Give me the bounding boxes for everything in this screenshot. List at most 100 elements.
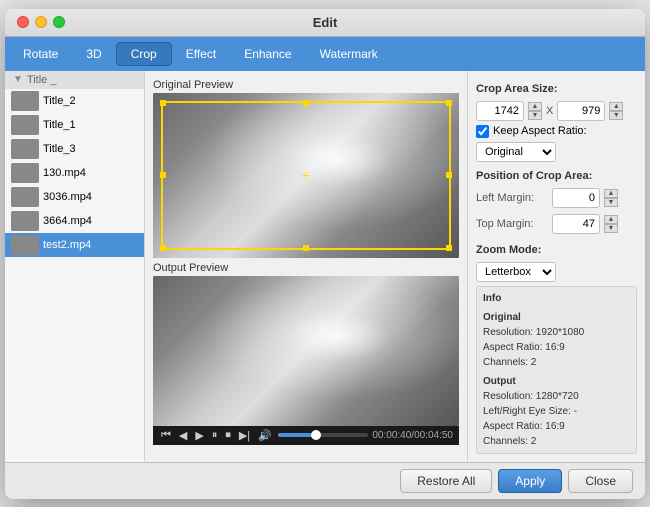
right-panel: Crop Area Size: ▲ ▼ X ▲ ▼ xyxy=(467,71,645,462)
info-title: Info xyxy=(483,291,630,306)
crop-handle-bc[interactable] xyxy=(303,245,309,251)
left-stepper: ▲ ▼ xyxy=(604,189,618,207)
tab-rotate[interactable]: Rotate xyxy=(9,43,72,65)
tab-crop[interactable]: Crop xyxy=(116,42,172,66)
crop-area-size-label: Crop Area Size: xyxy=(476,83,637,95)
crop-handle-tl[interactable] xyxy=(160,100,166,106)
crop-height-input[interactable] xyxy=(557,101,605,121)
crop-handle-br[interactable] xyxy=(446,245,452,251)
volume-button[interactable]: 🔊 xyxy=(256,429,274,442)
sidebar-label-130mp4: 130.mp4 xyxy=(43,167,86,179)
keep-aspect-row: Keep Aspect Ratio: xyxy=(476,125,637,138)
output-resolution: Resolution: 1280*720 xyxy=(483,389,630,404)
original-resolution: Resolution: 1920*1080 xyxy=(483,325,630,340)
progress-thumb xyxy=(311,430,321,440)
top-margin-input[interactable] xyxy=(552,214,600,234)
sidebar: ▼ Title _ Title_2 Title_1 Title_3 130.mp… xyxy=(5,71,145,462)
aspect-ratio-select[interactable]: Original 16:9 4:3 1:1 xyxy=(476,142,556,162)
zoom-mode-select[interactable]: Letterbox Pan & Scan Full xyxy=(476,262,556,282)
sidebar-item-130mp4[interactable]: 130.mp4 xyxy=(5,161,144,185)
tab-effect[interactable]: Effect xyxy=(172,43,230,65)
crop-handle-tc[interactable] xyxy=(303,100,309,106)
main-window: Edit Rotate 3D Crop Effect Enhance Water… xyxy=(5,9,645,499)
original-preview-label: Original Preview xyxy=(153,79,459,91)
sidebar-item-3036mp4[interactable]: 3036.mp4 xyxy=(5,185,144,209)
tab-3d[interactable]: 3D xyxy=(72,43,115,65)
x-separator: X xyxy=(546,105,553,117)
sidebar-thumb-title2 xyxy=(11,91,39,111)
output-preview-section: Output Preview ⏮ ◀ ▶ ⏸ ⏹ ▶| 🔊 xyxy=(153,262,459,445)
sidebar-thumb-title3 xyxy=(11,139,39,159)
minimize-button[interactable] xyxy=(35,16,47,28)
original-channels: Channels: 2 xyxy=(483,355,630,370)
height-down[interactable]: ▼ xyxy=(609,111,623,120)
sidebar-item-title3[interactable]: Title_3 xyxy=(5,137,144,161)
sidebar-label-title1: Title_1 xyxy=(43,119,76,131)
sidebar-label-test2mp4: test2.mp4 xyxy=(43,239,91,251)
crop-handle-bl[interactable] xyxy=(160,245,166,251)
stop-button[interactable]: ⏹ xyxy=(223,429,233,442)
tab-enhance[interactable]: Enhance xyxy=(230,43,305,65)
toolbar: Rotate 3D Crop Effect Enhance Watermark xyxy=(5,37,645,71)
sidebar-item-title1[interactable]: Title_1 xyxy=(5,113,144,137)
sidebar-item-title2[interactable]: Title_2 xyxy=(5,89,144,113)
left-margin-input[interactable] xyxy=(552,188,600,208)
left-down[interactable]: ▼ xyxy=(604,198,618,207)
crop-width-input[interactable] xyxy=(476,101,524,121)
height-up[interactable]: ▲ xyxy=(609,102,623,111)
keep-aspect-checkbox[interactable] xyxy=(476,125,489,138)
restore-all-button[interactable]: Restore All xyxy=(400,469,492,493)
output-info-label: Output xyxy=(483,374,630,389)
width-stepper: ▲ ▼ xyxy=(528,102,542,120)
sidebar-thumb-130mp4 xyxy=(11,163,39,183)
prev-frame-button[interactable]: ◀ xyxy=(177,429,189,442)
content-area: ▼ Title _ Title_2 Title_1 Title_3 130.mp… xyxy=(5,71,645,462)
bottom-bar: Restore All Apply Close xyxy=(5,462,645,499)
progress-bar[interactable] xyxy=(278,433,368,437)
crop-overlay[interactable]: + xyxy=(161,101,451,250)
original-video-content: + xyxy=(153,93,459,258)
sidebar-label-title3: Title_3 xyxy=(43,143,76,155)
original-aspect: Aspect Ratio: 16:9 xyxy=(483,340,630,355)
sidebar-thumb-test2mp4 xyxy=(11,235,39,255)
progress-fill xyxy=(278,433,312,437)
traffic-lights xyxy=(17,16,65,28)
crop-handle-tr[interactable] xyxy=(446,100,452,106)
close-button-bottom[interactable]: Close xyxy=(568,469,633,493)
crop-handle-ml[interactable] xyxy=(160,172,166,178)
sidebar-label-title2: Title_2 xyxy=(43,95,76,107)
left-margin-label: Left Margin: xyxy=(476,192,548,204)
sidebar-header-label: Title _ xyxy=(27,74,57,86)
left-up[interactable]: ▲ xyxy=(604,189,618,198)
width-up[interactable]: ▲ xyxy=(528,102,542,111)
top-up[interactable]: ▲ xyxy=(604,215,618,224)
maximize-button[interactable] xyxy=(53,16,65,28)
sidebar-label-3664mp4: 3664.mp4 xyxy=(43,215,92,227)
top-margin-row: Top Margin: ▲ ▼ xyxy=(476,214,637,234)
close-button[interactable] xyxy=(17,16,29,28)
video-controls: ⏮ ◀ ▶ ⏸ ⏹ ▶| 🔊 00:00:40/00:04:50 xyxy=(153,426,459,445)
left-margin-row: Left Margin: ▲ ▼ xyxy=(476,188,637,208)
pause-button[interactable]: ⏸ xyxy=(210,429,220,442)
sidebar-item-3664mp4[interactable]: 3664.mp4 xyxy=(5,209,144,233)
top-margin-label: Top Margin: xyxy=(476,218,548,230)
height-stepper: ▲ ▼ xyxy=(609,102,623,120)
sidebar-thumb-title1 xyxy=(11,115,39,135)
top-down[interactable]: ▼ xyxy=(604,224,618,233)
crop-handle-mr[interactable] xyxy=(446,172,452,178)
width-down[interactable]: ▼ xyxy=(528,111,542,120)
zoom-mode-label: Zoom Mode: xyxy=(476,244,637,256)
sidebar-thumb-3036mp4 xyxy=(11,187,39,207)
main-content: Original Preview xyxy=(145,71,645,462)
sidebar-label-3036mp4: 3036.mp4 xyxy=(43,191,92,203)
play-button[interactable]: ▶ xyxy=(193,429,205,442)
skip-back-button[interactable]: ⏮ xyxy=(159,429,173,442)
top-stepper: ▲ ▼ xyxy=(604,215,618,233)
next-frame-button[interactable]: ▶| xyxy=(237,429,252,442)
output-channels: Channels: 2 xyxy=(483,434,630,449)
aspect-select-row: Original 16:9 4:3 1:1 xyxy=(476,142,637,162)
output-aspect: Aspect Ratio: 16:9 xyxy=(483,419,630,434)
tab-watermark[interactable]: Watermark xyxy=(306,43,392,65)
apply-button[interactable]: Apply xyxy=(498,469,562,493)
sidebar-item-test2mp4[interactable]: test2.mp4 xyxy=(5,233,144,257)
